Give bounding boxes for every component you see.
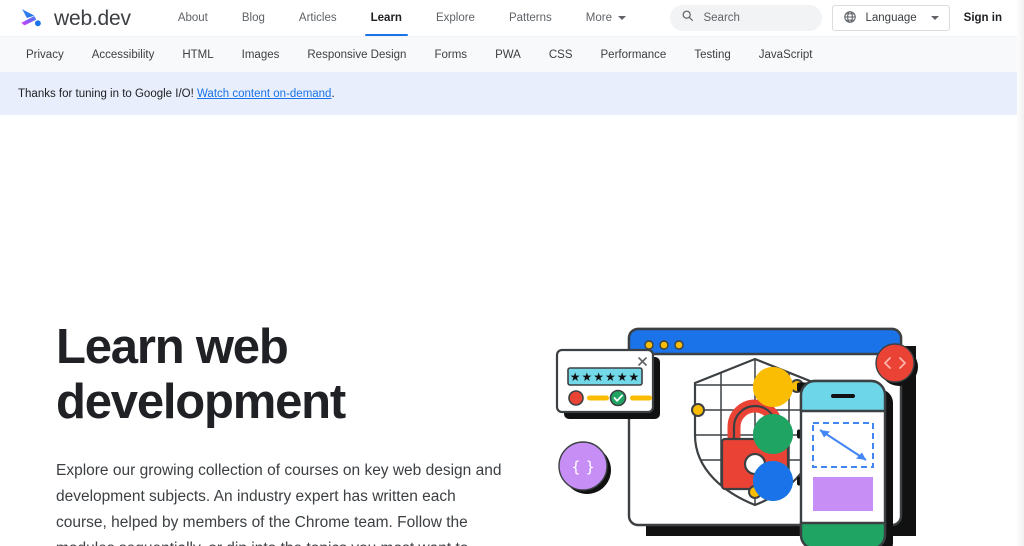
subnav-item-html[interactable]: HTML xyxy=(168,37,227,73)
subnav-label: Responsive Design xyxy=(307,48,407,61)
subnav-label: Performance xyxy=(600,48,667,61)
banner-link[interactable]: Watch content on-demand xyxy=(197,88,331,100)
header-actions: Language Sign in xyxy=(670,5,1010,31)
subnav-label: Privacy xyxy=(26,48,64,61)
subnav-label: Forms xyxy=(434,48,468,61)
nav-label: About xyxy=(177,12,208,24)
subnav-item-responsive-design[interactable]: Responsive Design xyxy=(293,37,420,73)
page-root: web.dev About Blog Articles Learn Explor… xyxy=(0,0,1024,546)
nav-label: More xyxy=(585,12,612,24)
nav-item-explore[interactable]: Explore xyxy=(419,0,492,36)
language-button-label: Language xyxy=(865,12,917,24)
subnav-item-forms[interactable]: Forms xyxy=(420,37,481,73)
webdev-logo-icon xyxy=(18,5,44,31)
hero-copy: Learn web development Explore our growin… xyxy=(56,320,526,546)
subnav-label: CSS xyxy=(548,48,573,61)
nav-item-articles[interactable]: Articles xyxy=(282,0,354,36)
globe-icon xyxy=(843,10,857,27)
subnav-label: Images xyxy=(241,48,280,61)
site-brand-text: web.dev xyxy=(54,6,131,30)
nav-item-blog[interactable]: Blog xyxy=(225,0,282,36)
search-input[interactable] xyxy=(703,12,812,24)
subnav-item-javascript[interactable]: JavaScript xyxy=(745,37,827,73)
svg-text:★★★★★★: ★★★★★★ xyxy=(570,370,641,384)
chevron-down-icon xyxy=(930,16,939,20)
subnav-item-images[interactable]: Images xyxy=(228,37,294,73)
svg-text:{ }: { } xyxy=(571,458,595,476)
secondary-nav: Privacy Accessibility HTML Images Respon… xyxy=(0,36,1024,72)
nav-label: Learn xyxy=(370,12,402,24)
subnav-item-accessibility[interactable]: Accessibility xyxy=(78,37,169,73)
subnav-label: PWA xyxy=(495,48,521,61)
nav-label: Blog xyxy=(241,12,265,24)
nav-item-about[interactable]: About xyxy=(161,0,225,36)
vertical-scrollbar[interactable] xyxy=(1017,0,1024,546)
nav-item-patterns[interactable]: Patterns xyxy=(492,0,569,36)
primary-nav: About Blog Articles Learn Explore Patter… xyxy=(161,0,643,36)
subnav-item-performance[interactable]: Performance xyxy=(587,37,681,73)
search-icon xyxy=(681,9,694,27)
nav-label: Explore xyxy=(435,12,475,24)
hero-section: Learn web development Explore our growin… xyxy=(0,115,1024,546)
subnav-label: Testing xyxy=(694,48,731,61)
language-button[interactable]: Language xyxy=(832,5,950,31)
subnav-label: JavaScript xyxy=(758,48,813,61)
learn-web-development-illustration: ★★★★★★ { } xyxy=(545,315,945,546)
nav-item-more[interactable]: More xyxy=(569,0,643,36)
search-box[interactable] xyxy=(670,5,823,31)
subnav-item-testing[interactable]: Testing xyxy=(680,37,744,73)
subnav-label: HTML xyxy=(182,48,214,61)
announcement-banner-text: Thanks for tuning in to Google I/O! Watc… xyxy=(18,88,335,100)
announcement-banner: Thanks for tuning in to Google I/O! Watc… xyxy=(0,72,1024,115)
subnav-item-css[interactable]: CSS xyxy=(535,37,587,73)
nav-label: Articles xyxy=(298,12,337,24)
hero-description: Explore our growing collection of course… xyxy=(56,462,502,546)
page-title: Learn web development xyxy=(56,320,346,429)
banner-text-after: . xyxy=(331,87,335,100)
subnav-item-privacy[interactable]: Privacy xyxy=(12,37,78,73)
nav-item-learn[interactable]: Learn xyxy=(354,0,419,36)
sign-in-button[interactable]: Sign in xyxy=(960,12,1010,24)
chevron-down-icon xyxy=(617,16,626,20)
banner-text-before: Thanks for tuning in to Google I/O! xyxy=(18,87,197,100)
nav-label: Patterns xyxy=(508,12,552,24)
subnav-label: Accessibility xyxy=(91,48,155,61)
site-header: web.dev About Blog Articles Learn Explor… xyxy=(0,0,1024,36)
subnav-item-pwa[interactable]: PWA xyxy=(481,37,535,73)
site-logo-link[interactable]: web.dev xyxy=(18,5,131,31)
